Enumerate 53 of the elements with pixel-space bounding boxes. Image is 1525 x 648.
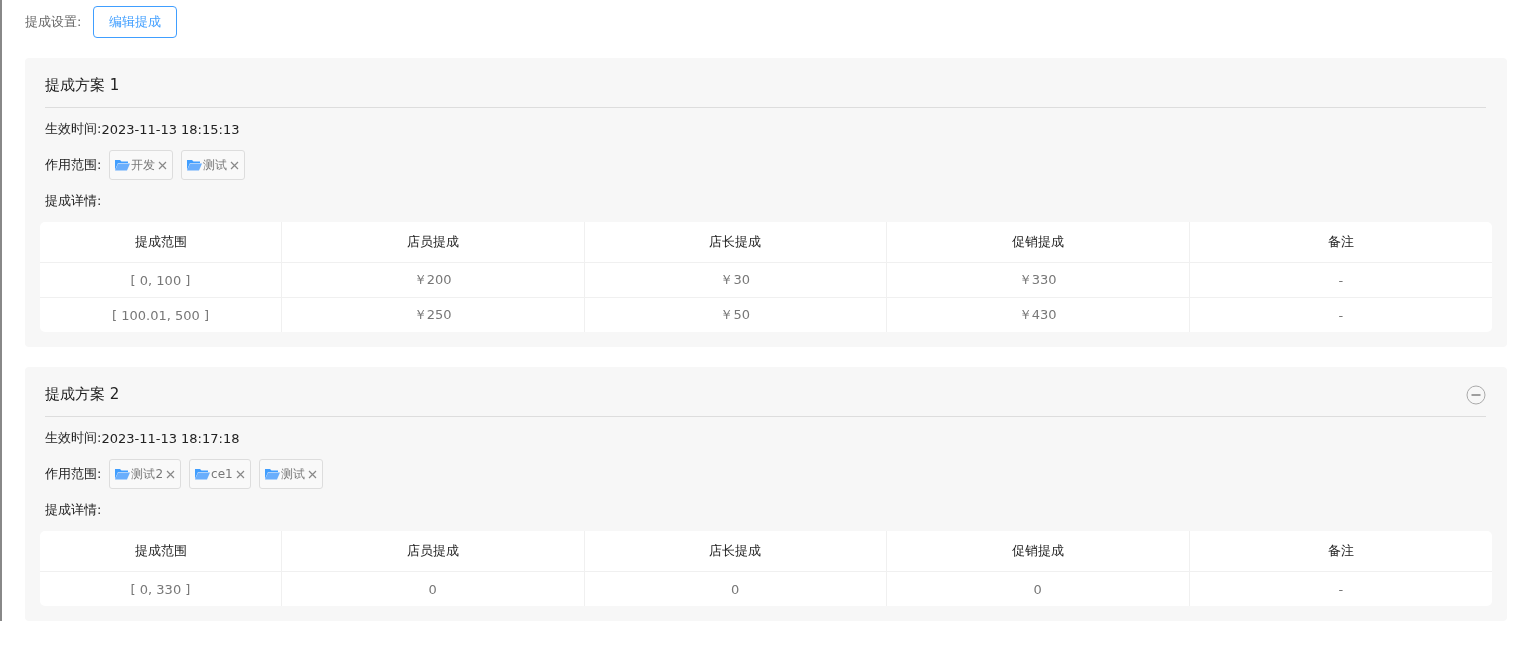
folder-icon [115, 159, 131, 171]
table-cell: ￥250 [282, 297, 585, 332]
table-cell: 0 [584, 571, 887, 606]
detail-label: 提成详情: [45, 501, 102, 519]
effective-time-value: 2023-11-13 18:15:13 [101, 121, 240, 137]
table-cell: [ 100.01, 500 ] [40, 297, 282, 332]
column-header: 店员提成 [282, 531, 585, 571]
table-cell: [ 0, 100 ] [40, 262, 282, 297]
table-cell: - [1189, 297, 1492, 332]
close-icon[interactable] [166, 469, 176, 479]
column-header: 店长提成 [584, 222, 887, 262]
column-header: 店长提成 [584, 531, 887, 571]
column-header: 备注 [1326, 542, 1355, 560]
settings-label: 提成设置: [25, 13, 82, 31]
effective-time-label: 生效时间: [45, 429, 102, 447]
close-icon[interactable] [307, 469, 317, 479]
scope-tag[interactable]: 测试 [181, 150, 246, 180]
table-cell: ￥200 [282, 262, 585, 297]
table-cell: ￥430 [887, 297, 1190, 332]
scope-label: 作用范围: [45, 156, 102, 174]
column-header: 店员提成 [282, 222, 585, 262]
folder-icon [195, 468, 211, 480]
effective-time-label: 生效时间: [45, 120, 102, 138]
close-icon[interactable] [230, 160, 240, 170]
close-icon[interactable] [235, 469, 245, 479]
plan-title: 提成方案 2 [45, 385, 120, 404]
table-cell: 0 [282, 571, 585, 606]
scope-tag[interactable]: 测试2 [109, 459, 182, 489]
edit-button[interactable]: 编辑提成 [93, 6, 178, 38]
table-cell: ￥50 [584, 297, 887, 332]
table-cell: - [1189, 262, 1492, 297]
plan-title: 提成方案 1 [45, 76, 120, 95]
remove-icon[interactable] [1466, 384, 1486, 405]
close-icon[interactable] [158, 160, 168, 170]
table-cell: ￥330 [887, 262, 1190, 297]
column-header: 促销提成 [887, 222, 1190, 262]
folder-icon [264, 468, 280, 480]
folder-icon [115, 468, 131, 480]
table-cell: ￥30 [584, 262, 887, 297]
column-header: 提成范围 [40, 531, 282, 571]
column-header: 备注 [1326, 233, 1355, 251]
scope-tag[interactable]: 开发 [109, 150, 174, 180]
scope-tag[interactable]: 测试 [258, 459, 323, 489]
table-cell: - [1189, 571, 1492, 606]
detail-label: 提成详情: [45, 192, 102, 210]
scope-label: 作用范围: [45, 465, 102, 483]
scope-tag[interactable]: ce1 [189, 459, 251, 489]
table-cell: 0 [887, 571, 1190, 606]
folder-icon [187, 159, 203, 171]
column-header: 促销提成 [887, 531, 1190, 571]
table-cell: [ 0, 330 ] [40, 571, 282, 606]
effective-time-value: 2023-11-13 18:17:18 [101, 430, 240, 446]
column-header: 提成范围 [40, 222, 282, 262]
